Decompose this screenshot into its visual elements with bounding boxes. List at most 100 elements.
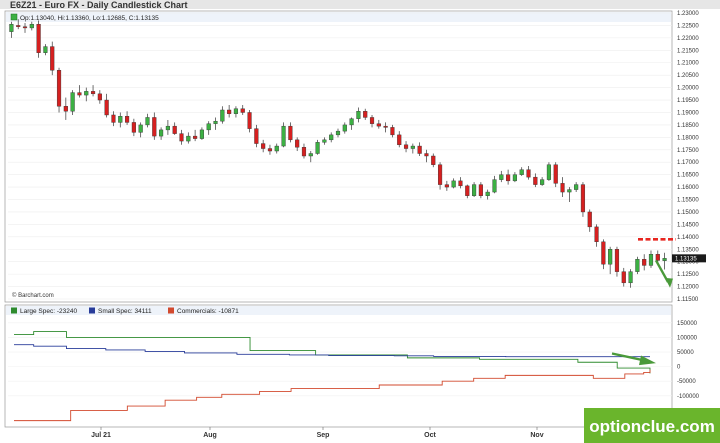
chart-title: E6Z21 - Euro FX - Daily Candlestick Char…: [10, 0, 188, 10]
price-tick-label: 1.20000: [677, 86, 699, 92]
candle-up: [512, 174, 517, 182]
candle-up: [335, 130, 341, 136]
price-tick-label: 1.15000: [677, 210, 699, 216]
legend-large-spec: Large Spec: -23240: [20, 308, 77, 315]
candle-down: [363, 111, 368, 118]
candle-down: [458, 180, 463, 187]
price-tick-label: 1.12000: [677, 285, 699, 291]
candle-up: [648, 254, 654, 266]
candle-down: [125, 116, 130, 123]
candle-up: [356, 111, 361, 119]
cot-tick-label: 50000: [677, 350, 694, 356]
price-tick-label: 1.21000: [677, 61, 699, 67]
candle-up: [342, 124, 347, 132]
last-price-label: 1.13135: [675, 256, 697, 262]
candle-down: [601, 241, 606, 265]
candle-up: [43, 46, 48, 53]
cot-tick-label: -100000: [677, 394, 700, 400]
candle-down: [403, 144, 409, 149]
cot-tick-label: 150000: [677, 321, 698, 327]
cot-panel-frame: [4, 304, 673, 428]
candle-down: [90, 91, 96, 95]
candle-up: [281, 125, 286, 147]
price-tick-label: 1.17500: [677, 148, 699, 154]
candle-down: [56, 69, 62, 107]
candle-down: [50, 46, 55, 71]
candle-up: [451, 180, 456, 188]
candle-down: [506, 174, 511, 182]
price-tick-label: 1.19000: [677, 110, 699, 116]
price-tick-label: 1.13500: [677, 247, 699, 253]
candle-up: [662, 258, 667, 261]
candle-up: [349, 118, 354, 126]
candle-up: [635, 259, 640, 272]
price-tick-label: 1.23000: [677, 11, 699, 17]
candle-down: [437, 164, 443, 185]
price-tick-label: 1.16000: [677, 185, 699, 191]
candle-down: [580, 184, 586, 213]
candle-down: [642, 259, 647, 266]
candle-down: [254, 128, 259, 144]
legend-swatch-commercials: [168, 307, 174, 314]
candle-up: [70, 92, 75, 112]
candle-down: [179, 133, 184, 142]
candle-down: [465, 185, 470, 196]
price-tick-label: 1.15500: [677, 198, 699, 204]
cot-tick-label: 100000: [677, 335, 698, 341]
candle-up: [574, 184, 579, 190]
candle-up: [159, 129, 164, 137]
price-tick-label: 1.17000: [677, 160, 699, 166]
candle-down: [63, 106, 68, 112]
price-tick-label: 1.22000: [677, 36, 699, 42]
candle-down: [587, 211, 592, 228]
x-tick-label: Nov: [530, 432, 543, 439]
candle-down: [533, 176, 538, 185]
candle-down: [295, 139, 300, 148]
legend-commercials: Commercials: -10871: [177, 308, 239, 315]
candle-down: [301, 147, 307, 157]
candle-down: [424, 153, 429, 157]
x-tick-label: Jul 21: [91, 432, 111, 439]
candle-down: [22, 26, 28, 29]
x-tick-label: Aug: [203, 432, 217, 439]
cot-legend: Large Spec: -23240 Small Spec: 34111 Com…: [11, 307, 239, 315]
chart-root: E6Z21 - Euro FX - Daily Candlestick Char…: [0, 0, 720, 443]
price-tick-label: 1.14000: [677, 235, 699, 241]
ohlc-label: Op:1.13040, Hi:1.13360, Lo:1.12685, C:1.…: [20, 15, 159, 22]
watermark-text: optionclue.com: [589, 417, 715, 436]
candle-down: [614, 249, 620, 272]
price-tick-label: 1.16500: [677, 173, 699, 179]
candle-down: [97, 93, 102, 101]
price-tick-label: 1.22500: [677, 23, 699, 29]
candle-down: [417, 145, 422, 154]
candle-down: [621, 271, 626, 284]
price-tick-label: 1.11500: [677, 297, 699, 303]
legend-small-spec: Small Spec: 34111: [98, 308, 152, 315]
candle-up: [9, 23, 14, 32]
candle-up: [472, 184, 477, 196]
candle-down: [478, 184, 483, 196]
candle-up: [220, 109, 225, 122]
price-tick-label: 1.14500: [677, 222, 699, 228]
candle-down: [431, 155, 436, 165]
cot-tick-label: -50000: [677, 379, 696, 385]
candle-down: [36, 23, 41, 53]
candle-down: [261, 143, 266, 149]
candle-down: [553, 164, 558, 184]
price-tick-label: 1.21500: [677, 48, 699, 54]
candle-up: [308, 153, 313, 157]
candle-down: [526, 169, 531, 178]
candle-up: [274, 145, 279, 152]
candle-down: [383, 125, 388, 128]
x-tick-label: Sep: [317, 432, 330, 439]
barchart-credit: © Barchart.com: [12, 292, 54, 299]
ohlc-color-swatch: [10, 13, 18, 21]
candle-up: [322, 139, 327, 143]
candle-up: [492, 179, 497, 193]
candle-up: [315, 142, 320, 154]
candle-up: [546, 164, 551, 180]
x-tick-label: Oct: [424, 432, 436, 439]
candle-up: [567, 189, 572, 193]
candle-down: [111, 114, 116, 123]
candle-down: [376, 123, 381, 127]
